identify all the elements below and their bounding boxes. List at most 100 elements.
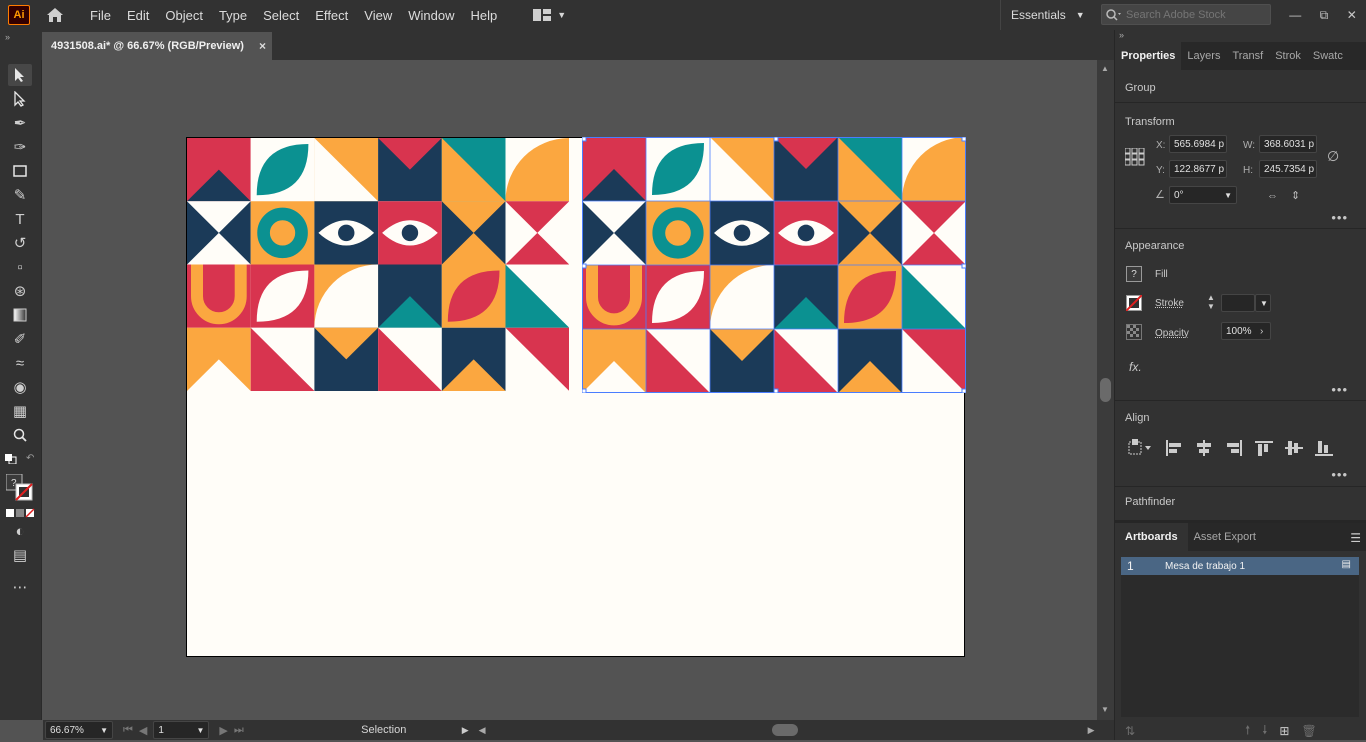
last-artboard-icon[interactable]: ⏭ (234, 724, 244, 737)
artboard-tool-icon[interactable]: ▦ (8, 400, 32, 422)
selection-handle[interactable] (961, 388, 966, 393)
vertical-scrollbar[interactable]: ▲ ▼ (1097, 60, 1114, 720)
zoom-level-field[interactable]: 66.67% ▼ (45, 721, 113, 739)
flip-vertical-icon[interactable]: ⇕ (1291, 189, 1300, 202)
curvature-tool-icon[interactable]: ✑ (8, 136, 32, 158)
opacity-field[interactable]: 100% (1221, 322, 1271, 340)
blend-tool-icon[interactable]: ≈ (8, 352, 32, 374)
collapse-toolbar-icon[interactable]: » (5, 32, 10, 42)
close-icon[interactable]: ✕ (1347, 8, 1357, 22)
align-vertical-center-icon[interactable] (1285, 440, 1303, 459)
pen-tool-icon[interactable]: ✒ (8, 112, 32, 134)
y-field[interactable]: 122.8677 p (1169, 160, 1227, 178)
scroll-right-icon[interactable]: ▶ (1088, 725, 1095, 736)
align-more-options-icon[interactable]: ••• (1331, 467, 1348, 482)
horizontal-scroll-thumb[interactable] (771, 724, 798, 736)
menu-file[interactable]: File (82, 8, 119, 23)
delete-artboard-icon[interactable]: 🗑 (1301, 724, 1316, 738)
tab-stroke[interactable]: Strok (1269, 42, 1307, 70)
menu-window[interactable]: Window (400, 8, 462, 23)
zoom-tool-icon[interactable] (8, 424, 32, 446)
artboard-number-field[interactable]: 1 ▼ (153, 721, 210, 739)
scroll-left-icon[interactable]: ◀ (479, 725, 486, 736)
opacity-expand-icon[interactable]: › (1260, 326, 1263, 337)
align-left-icon[interactable] (1165, 440, 1183, 459)
fill-swatch[interactable]: ? (1126, 266, 1142, 282)
stroke-label[interactable]: Stroke (1155, 298, 1184, 309)
selection-handle[interactable] (961, 137, 966, 142)
swap-colors-icon[interactable]: ↶ (26, 453, 34, 464)
selection-handle[interactable] (773, 388, 779, 393)
transform-more-options-icon[interactable]: ••• (1331, 210, 1348, 225)
minimize-icon[interactable]: — (1289, 8, 1301, 22)
close-tab-icon[interactable]: × (259, 39, 266, 53)
first-artboard-icon[interactable]: ⏮ (123, 724, 133, 737)
default-colors-icon[interactable] (5, 453, 17, 465)
vertical-scroll-thumb[interactable] (1100, 378, 1111, 402)
x-field[interactable]: 565.6984 p (1169, 135, 1227, 153)
workspace-switcher[interactable]: Essentials ▼ (1000, 0, 1085, 30)
move-down-icon[interactable]: 🠗 (1262, 721, 1267, 742)
tab-asset-export[interactable]: Asset Export (1188, 531, 1262, 543)
restore-icon[interactable]: ⧉ (1320, 8, 1329, 23)
stroke-weight-field[interactable] (1221, 294, 1255, 312)
menu-effect[interactable]: Effect (307, 8, 356, 23)
selection-tool-icon[interactable] (8, 64, 32, 86)
draw-mode-icon[interactable]: ◐ (8, 520, 32, 542)
constrain-proportions-icon[interactable]: ∅ (1327, 148, 1339, 165)
paintbrush-tool-icon[interactable]: ✎ (8, 184, 32, 206)
align-horizontal-center-icon[interactable] (1195, 440, 1213, 459)
w-field[interactable]: 368.6031 p (1259, 135, 1317, 153)
selection-handle[interactable] (961, 263, 966, 269)
rearrange-artboards-icon[interactable]: ⇅ (1125, 724, 1135, 738)
more-tools-icon[interactable]: ⋯ (8, 576, 32, 598)
eyedropper-tool-icon[interactable]: ✐ (8, 328, 32, 350)
selection-handle[interactable] (582, 263, 587, 269)
selection-handle[interactable] (582, 137, 587, 142)
artboard-row[interactable]: 1 Mesa de trabajo 1 ▤ (1121, 557, 1359, 575)
color-mode-icons[interactable] (6, 507, 36, 521)
rotation-field[interactable]: 0° ▼ (1169, 186, 1237, 204)
reference-point-icon[interactable] (1124, 147, 1145, 169)
rectangle-tool-icon[interactable] (8, 160, 32, 182)
prev-artboard-icon[interactable]: ◀ (139, 724, 147, 737)
fx-icon[interactable]: fx. (1129, 360, 1142, 374)
align-to-selection-icon[interactable] (1127, 438, 1153, 459)
pattern-right-selected[interactable] (582, 137, 966, 393)
shape-builder-tool-icon[interactable]: ◉ (8, 376, 32, 398)
tab-swatches[interactable]: Swatc (1307, 42, 1349, 70)
status-menu-icon[interactable]: ▶ (462, 725, 469, 736)
canvas[interactable] (43, 60, 1097, 720)
appearance-more-options-icon[interactable]: ••• (1331, 382, 1348, 397)
stock-search-input[interactable] (1126, 8, 1266, 21)
scroll-up-icon[interactable]: ▲ (1101, 64, 1109, 73)
stroke-weight-stepper[interactable]: ▲ ▼ (1207, 293, 1219, 313)
selection-handle[interactable] (582, 388, 587, 393)
menu-object[interactable]: Object (157, 8, 211, 23)
gradient-tool-icon[interactable] (8, 304, 32, 326)
rotate-tool-icon[interactable]: ↺ (8, 232, 32, 254)
pattern-left[interactable] (187, 138, 569, 391)
tab-artboards[interactable]: Artboards (1115, 523, 1188, 551)
document-tab[interactable]: 4931508.ai* @ 66.67% (RGB/Preview) × (42, 32, 272, 60)
scroll-down-icon[interactable]: ▼ (1101, 705, 1109, 714)
menu-select[interactable]: Select (255, 8, 307, 23)
opacity-label[interactable]: Opacity (1155, 328, 1189, 339)
tab-properties[interactable]: Properties (1115, 42, 1182, 70)
home-icon[interactable] (44, 5, 66, 25)
menu-view[interactable]: View (356, 8, 400, 23)
h-field[interactable]: 245.7354 p (1259, 160, 1317, 178)
stroke-weight-dropdown[interactable]: ▼ (1255, 294, 1271, 312)
collapse-panel-icon[interactable]: » (1119, 30, 1124, 40)
stroke-swatch[interactable] (1125, 294, 1143, 314)
artboard-options-icon[interactable]: ▤ (1342, 559, 1351, 570)
align-right-icon[interactable] (1225, 440, 1243, 459)
flip-horizontal-icon[interactable]: ⇔ (1267, 190, 1278, 202)
selection-handle[interactable] (773, 137, 779, 142)
align-top-icon[interactable] (1255, 440, 1273, 459)
lasso-tool-icon[interactable]: ⊛ (8, 280, 32, 302)
next-artboard-icon[interactable]: ▶ (219, 724, 227, 737)
menu-type[interactable]: Type (211, 8, 255, 23)
fill-stroke-swatch[interactable]: ? (5, 473, 36, 502)
arrange-documents-button[interactable]: ▼ (533, 8, 566, 22)
